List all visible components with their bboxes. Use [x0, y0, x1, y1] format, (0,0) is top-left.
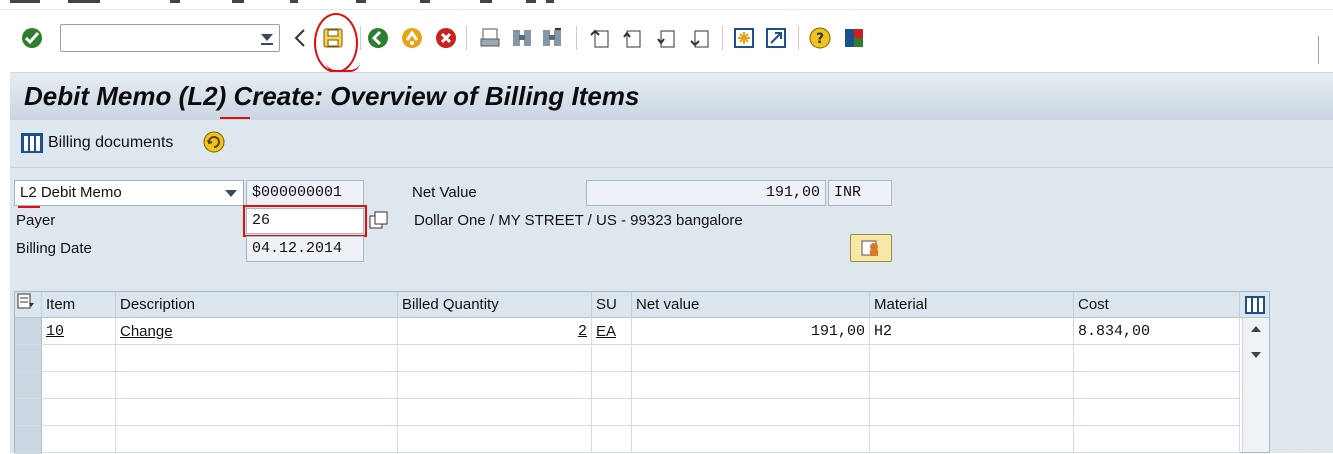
application-toolbar: Billing documents [10, 120, 1333, 168]
last-page-icon[interactable] [688, 26, 712, 50]
help-icon[interactable]: ? [808, 26, 832, 50]
annotation-scribble [326, 62, 360, 72]
cancel-icon[interactable] [434, 26, 458, 50]
billing-items-table: Item Description Billed Quantity SU Net … [14, 291, 1270, 454]
net-value-field: 191,00 [586, 180, 826, 206]
exit-icon[interactable] [400, 26, 424, 50]
cell-material[interactable]: H2 [870, 318, 1074, 345]
annotation-underline [18, 206, 40, 208]
payer-label: Payer [16, 212, 56, 229]
title-bar: Debit Memo (L2) Create: Overview of Bill… [10, 72, 1333, 120]
col-material[interactable]: Material [870, 292, 1074, 318]
cell-item[interactable]: 10 [42, 318, 116, 345]
billing-documents-label: Billing documents [48, 134, 174, 151]
annotation-underline [220, 117, 250, 119]
billing-type-dropdown[interactable]: L2 Debit Memo [14, 180, 244, 206]
svg-text:?: ? [816, 31, 824, 47]
cell-cost[interactable]: 8.834,00 [1074, 318, 1240, 345]
col-description[interactable]: Description [116, 292, 398, 318]
billing-documents-icon [21, 133, 43, 153]
vertical-scrollbar[interactable] [1242, 318, 1269, 452]
command-field[interactable] [60, 24, 280, 52]
currency-field: INR [828, 180, 892, 206]
table-row[interactable] [15, 426, 1240, 453]
col-cost[interactable]: Cost [1074, 292, 1240, 318]
toolbar-separator [722, 26, 723, 50]
customize-layout-icon[interactable] [842, 26, 866, 50]
table-row[interactable] [15, 345, 1240, 372]
table-header: Item Description Billed Quantity SU Net … [15, 292, 1269, 318]
document-number-field: $000000001 [246, 180, 364, 206]
print-icon[interactable] [478, 26, 502, 50]
find-next-icon[interactable] [540, 26, 564, 50]
annotation-box [243, 205, 367, 237]
cell-billed-quantity[interactable]: 2 [398, 318, 592, 345]
find-icon[interactable] [510, 26, 534, 50]
col-net-value[interactable]: Net value [632, 292, 870, 318]
refresh-icon[interactable] [202, 130, 226, 154]
table-row[interactable] [15, 372, 1240, 399]
table-row[interactable]: 10 Change 2 EA 191,00 H2 8.834,00 [15, 318, 1240, 345]
page-title: Debit Memo (L2) Create: Overview of Bill… [24, 81, 640, 111]
cell-description[interactable]: Change [116, 318, 398, 345]
partner-icon [861, 240, 878, 256]
table-row[interactable] [15, 399, 1240, 426]
net-value-label: Net Value [412, 184, 477, 201]
col-item[interactable]: Item [42, 292, 116, 318]
chevron-down-icon[interactable] [261, 34, 273, 41]
previous-page-icon[interactable] [620, 26, 644, 50]
scroll-up-icon[interactable] [1251, 326, 1261, 332]
table-settings-icon[interactable] [1240, 292, 1269, 318]
back-icon[interactable] [366, 26, 390, 50]
cell-su[interactable]: EA [592, 318, 632, 345]
billing-type-value: L2 Debit Memo [20, 184, 122, 201]
billing-date-field: 04.12.2014 [246, 236, 364, 262]
toolbar-separator [576, 26, 577, 50]
menu-bar [0, 0, 1333, 10]
payer-address: Dollar One / MY STREET / US - 99323 bang… [414, 212, 743, 229]
col-su[interactable]: SU [592, 292, 632, 318]
enter-icon[interactable] [20, 26, 44, 50]
create-session-icon[interactable] [732, 26, 756, 50]
toolbar-separator [360, 26, 361, 50]
cell-net-value[interactable]: 191,00 [632, 318, 870, 345]
toolbar-separator [798, 26, 799, 50]
chevron-down-icon [225, 190, 237, 197]
back-nav-icon[interactable] [288, 26, 312, 50]
configure-columns-icon[interactable] [15, 292, 42, 318]
toolbar-separator [466, 26, 467, 50]
partner-details-button[interactable] [850, 234, 892, 262]
scroll-down-icon[interactable] [1251, 352, 1261, 358]
billing-documents-button[interactable]: Billing documents [20, 132, 173, 154]
col-billed-quantity[interactable]: Billed Quantity [398, 292, 592, 318]
billing-date-label: Billing Date [16, 240, 92, 257]
first-page-icon[interactable] [588, 26, 612, 50]
toolbar-edge [1318, 36, 1319, 64]
copy-icon[interactable] [368, 210, 390, 232]
next-page-icon[interactable] [654, 26, 678, 50]
shortcut-icon[interactable] [764, 26, 788, 50]
